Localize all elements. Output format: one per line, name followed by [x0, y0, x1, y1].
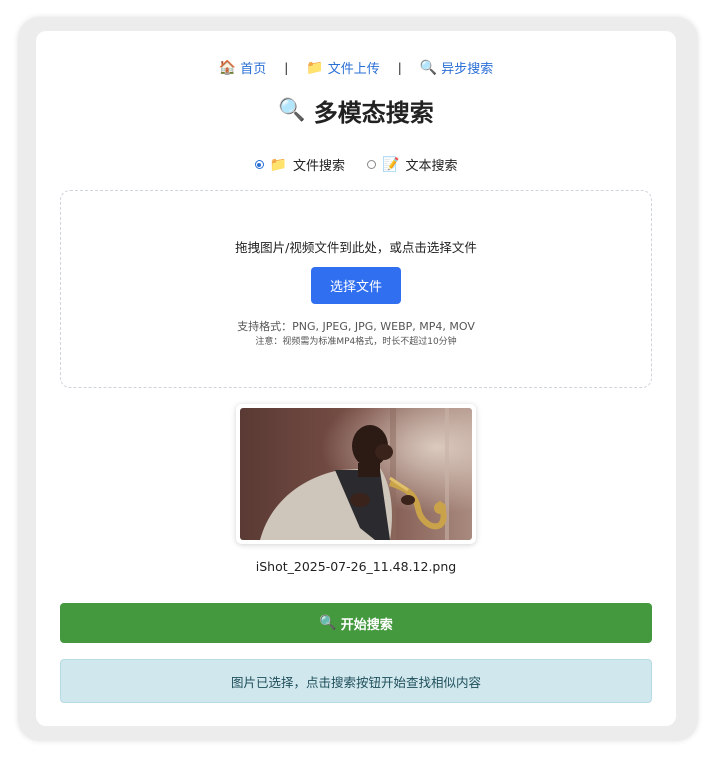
page-title-text: 多模态搜索 [313, 99, 434, 127]
text-search-radio[interactable] [367, 160, 376, 169]
nav-async-search-label: 异步搜索 [441, 62, 494, 77]
preview-image [240, 408, 472, 540]
main-card: 🏠 首页 | 📁 文件上传 | 🔍 异步搜索 🔍 多模态搜索 📁 文件搜索 📝 … [36, 31, 676, 726]
memo-icon: 📝 [382, 156, 400, 173]
magnifier-icon: 🔍 [419, 59, 438, 76]
supported-formats-text: 支持格式：PNG, JPEG, JPG, WEBP, MP4, MOV [237, 320, 475, 333]
mode-option-file[interactable]: 📁 文件搜索 [254, 155, 345, 174]
file-search-label: 文件搜索 [292, 159, 345, 174]
status-message: 图片已选择，点击搜索按钮开始查找相似内容 [60, 659, 652, 703]
selected-file-name: iShot_2025-07-26_11.48.12.png [255, 559, 457, 574]
file-search-radio[interactable] [254, 160, 264, 169]
start-search-button[interactable]: 🔍 开始搜索 [60, 603, 652, 643]
magnifier-icon: 🔍 [278, 97, 306, 123]
nav-separator: | [397, 60, 402, 75]
search-mode-selector: 📁 文件搜索 📝 文本搜索 [36, 155, 676, 174]
drop-zone-prompt: 拖拽图片/视频文件到此处，或点击选择文件 [235, 240, 477, 255]
choose-file-button[interactable]: 选择文件 [311, 267, 401, 304]
nav-upload-link[interactable]: 📁 文件上传 [306, 58, 380, 78]
top-nav: 🏠 首页 | 📁 文件上传 | 🔍 异步搜索 [36, 58, 676, 78]
nav-home-label: 首页 [240, 62, 267, 77]
video-note-text: 注意：视频需为标准MP4格式，时长不超过10分钟 [255, 337, 457, 347]
file-drop-zone[interactable]: 拖拽图片/视频文件到此处，或点击选择文件 选择文件 支持格式：PNG, JPEG… [60, 190, 652, 388]
folder-icon: 📁 [269, 156, 287, 173]
nav-upload-label: 文件上传 [327, 62, 380, 77]
nav-async-search-link[interactable]: 🔍 异步搜索 [419, 58, 494, 78]
folder-icon: 📁 [306, 59, 324, 76]
page-title: 🔍 多模态搜索 [36, 93, 676, 128]
mode-option-text[interactable]: 📝 文本搜索 [367, 155, 457, 174]
image-preview [236, 404, 476, 544]
magnifier-icon: 🔍 [319, 615, 337, 631]
house-icon: 🏠 [218, 59, 237, 76]
text-search-label: 文本搜索 [405, 159, 458, 174]
nav-home-link[interactable]: 🏠 首页 [218, 58, 267, 78]
start-search-label: 开始搜索 [340, 617, 393, 633]
nav-separator: | [284, 60, 289, 75]
